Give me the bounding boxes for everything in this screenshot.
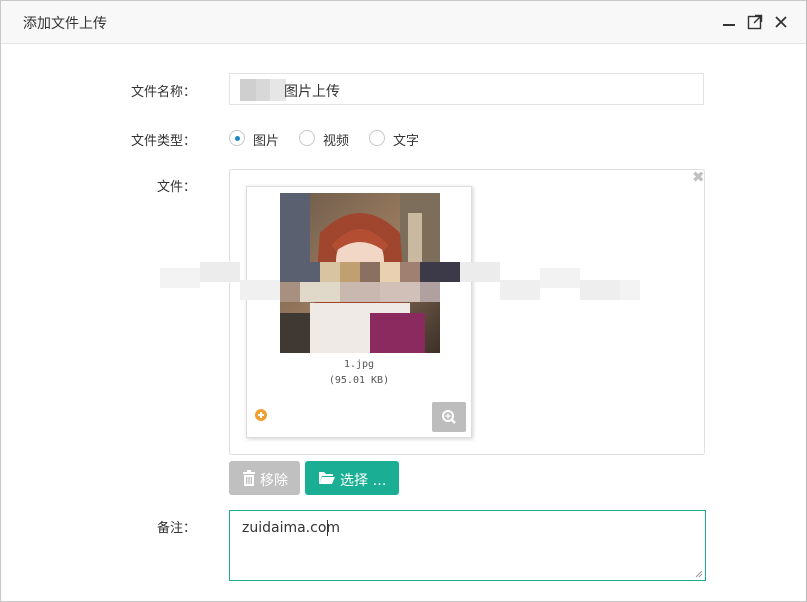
file-name-value: 图片上传 — [284, 84, 340, 100]
radio-circle[interactable] — [299, 130, 315, 146]
maximize-icon[interactable] — [746, 13, 764, 31]
file-type-label: 文件类型： — [130, 134, 196, 149]
resize-grip-icon[interactable] — [695, 570, 703, 578]
radio-circle[interactable] — [369, 130, 385, 146]
zoom-in-icon — [442, 410, 456, 424]
remark-textarea[interactable]: zuidaima.com — [229, 510, 706, 581]
text-caret — [327, 520, 328, 536]
remark-value: zuidaima.com — [242, 520, 341, 536]
radio-label: 图片 — [253, 134, 280, 149]
radio-circle[interactable] — [229, 130, 245, 146]
plus-circle-icon[interactable] — [255, 409, 267, 421]
radio-label: 文字 — [393, 134, 420, 149]
mosaic-overlay — [160, 262, 660, 317]
choose-file-label: 选择 … — [340, 473, 387, 489]
zoom-in-button[interactable] — [432, 402, 466, 432]
file-name-input[interactable]: 图片上传 — [229, 73, 704, 105]
remark-label: 备注： — [156, 521, 196, 536]
close-x-icon[interactable]: ✖ — [692, 168, 705, 186]
folder-open-icon — [319, 472, 335, 484]
file-size-caption: (95.01 KB) — [328, 375, 390, 386]
file-name-label: 文件名称： — [130, 85, 196, 100]
remove-button[interactable]: 移除 — [229, 461, 300, 495]
file-label: 文件： — [156, 180, 196, 195]
minimize-icon[interactable] — [720, 13, 738, 31]
dialog-titlebar: 添加文件上传 — [1, 1, 806, 44]
close-icon[interactable] — [772, 13, 790, 31]
trash-icon — [243, 470, 255, 486]
remove-button-label: 移除 — [260, 473, 288, 489]
redacted-text — [240, 79, 286, 101]
file-name-caption: 1.jpg — [343, 359, 375, 370]
dialog-title: 添加文件上传 — [23, 16, 107, 32]
radio-label: 视频 — [323, 134, 350, 149]
choose-file-button[interactable]: 选择 … — [305, 461, 399, 495]
